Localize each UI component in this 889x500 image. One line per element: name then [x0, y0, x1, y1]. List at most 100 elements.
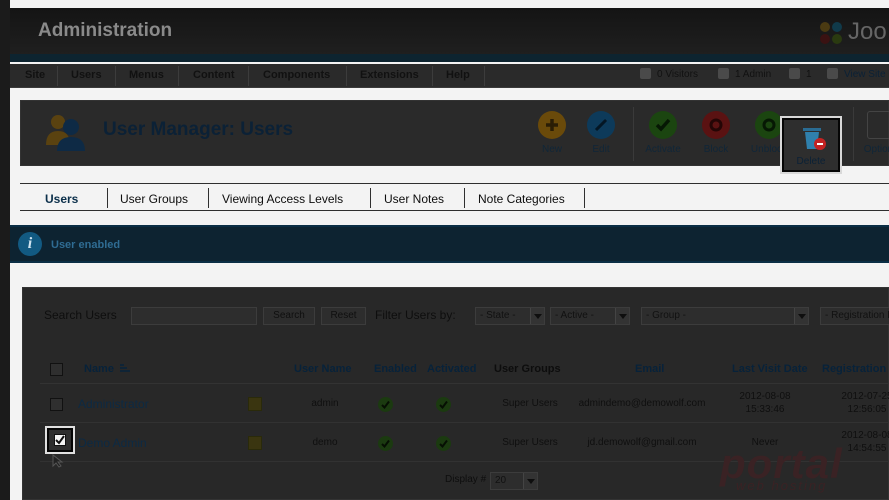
- menu-help[interactable]: Help: [446, 69, 470, 81]
- search-input[interactable]: [131, 307, 257, 325]
- user-username: demo: [312, 437, 338, 448]
- column-enabled[interactable]: Enabled: [374, 363, 417, 375]
- menu-divider: [432, 66, 433, 86]
- info-icon: i: [18, 232, 42, 256]
- row-checkbox[interactable]: [50, 398, 63, 411]
- checkbox-checked: [54, 434, 66, 446]
- display-limit-select[interactable]: 20: [490, 472, 538, 490]
- table-header: Name User Name Enabled Activated User Gr…: [40, 356, 889, 384]
- view-site-link[interactable]: View Site: [844, 69, 886, 80]
- column-username[interactable]: User Name: [294, 363, 351, 375]
- block-icon: [702, 111, 730, 139]
- menu-divider: [115, 66, 116, 86]
- page-title: User Manager: Users: [103, 119, 294, 140]
- menu-extensions[interactable]: Extensions: [360, 69, 419, 81]
- trash-icon: [803, 128, 826, 150]
- tab-viewing-access-levels[interactable]: Viewing Access Levels: [222, 192, 343, 206]
- message-text: User enabled: [51, 239, 121, 251]
- display-label: Display #: [445, 474, 487, 485]
- view-site-icon: [827, 68, 838, 79]
- block-button[interactable]: Block: [691, 109, 741, 159]
- header-divider: [10, 54, 889, 62]
- registration-select[interactable]: - Registration Date -: [820, 307, 889, 325]
- last-visit-date: 2012-08-08: [739, 391, 791, 402]
- edit-label: Edit: [592, 144, 610, 155]
- toolbar: User Manager: Users New Edit Activate Bl…: [20, 100, 889, 166]
- enabled-check-icon[interactable]: [378, 436, 393, 451]
- column-registration[interactable]: Registration Date: [822, 363, 889, 375]
- joomla-logo: Joo: [816, 16, 889, 48]
- messages-icon: [789, 68, 800, 79]
- users-icon: [46, 115, 85, 151]
- admins-icon: [718, 68, 729, 79]
- joomla-icon: [820, 22, 842, 44]
- cursor-icon: [52, 454, 64, 468]
- menu-site[interactable]: Site: [25, 69, 45, 81]
- menu-content[interactable]: Content: [193, 69, 235, 81]
- pencil-icon: [587, 111, 615, 139]
- unblock-icon: [755, 111, 783, 139]
- edit-button[interactable]: Edit: [576, 109, 626, 159]
- subnav-tabs: Users User Groups Viewing Access Levels …: [20, 183, 889, 211]
- chevron-down-icon: [523, 473, 537, 489]
- new-button[interactable]: New: [527, 109, 577, 159]
- group-select[interactable]: - Group -: [641, 307, 809, 325]
- block-label: Block: [703, 144, 729, 155]
- menu-divider: [248, 66, 249, 86]
- column-activated[interactable]: Activated: [427, 363, 477, 375]
- options-button[interactable]: Options: [861, 109, 889, 159]
- activate-button[interactable]: Activate: [638, 109, 688, 159]
- user-name-link[interactable]: Administrator: [78, 397, 149, 411]
- registration-time: 12:56:05: [847, 404, 887, 415]
- user-email: jd.demowolf@gmail.com: [587, 437, 697, 448]
- notes-icon[interactable]: [248, 397, 262, 411]
- user-email: admindemo@demowolf.com: [578, 398, 706, 409]
- active-select[interactable]: - Active -: [550, 307, 630, 325]
- row-checkbox-highlighted[interactable]: [47, 428, 73, 452]
- enabled-check-icon[interactable]: [378, 397, 393, 412]
- last-visit-time: 15:33:46: [745, 404, 785, 415]
- delete-label: Delete: [796, 156, 826, 167]
- tab-user-groups[interactable]: User Groups: [120, 192, 188, 206]
- registration-date: 2012-07-25: [841, 391, 889, 402]
- column-name[interactable]: Name: [84, 363, 131, 375]
- chevron-down-icon: [794, 308, 808, 324]
- tab-note-categories[interactable]: Note Categories: [478, 192, 565, 206]
- menu-menus[interactable]: Menus: [129, 69, 164, 81]
- admin-page: Administration Joo Site Users Menus Cont…: [10, 0, 889, 500]
- notes-icon[interactable]: [248, 436, 262, 450]
- activated-check-icon: [436, 436, 451, 451]
- tab-divider: [208, 188, 209, 208]
- search-button[interactable]: Search: [263, 307, 315, 325]
- main-menu: Site Users Menus Content Components Exte…: [10, 64, 889, 88]
- menu-divider: [178, 66, 179, 86]
- check-icon: [55, 435, 65, 445]
- toolbar-divider: [853, 107, 854, 161]
- tab-user-notes[interactable]: User Notes: [384, 192, 444, 206]
- logo-text: Joo: [848, 18, 887, 45]
- check-icon: [649, 111, 677, 139]
- reset-button[interactable]: Reset: [321, 307, 366, 325]
- search-label: Search Users: [44, 308, 117, 322]
- registration-value: - Registration Date -: [825, 310, 889, 321]
- watermark-small: web hosting: [736, 478, 828, 493]
- menu-users[interactable]: Users: [71, 69, 102, 81]
- filter-label: Filter Users by:: [375, 308, 456, 322]
- tab-divider: [464, 188, 465, 208]
- user-name-link[interactable]: Demo Admin: [78, 436, 147, 450]
- delete-button[interactable]: Delete: [782, 118, 840, 172]
- tab-users[interactable]: Users: [45, 192, 78, 206]
- menu-divider: [484, 66, 485, 86]
- plus-icon: [538, 111, 566, 139]
- user-groups: Super Users: [502, 437, 558, 448]
- select-all-checkbox[interactable]: [50, 363, 63, 376]
- active-value: - Active -: [555, 310, 594, 321]
- tab-divider: [107, 188, 108, 208]
- header-bar: Administration Joo: [10, 8, 889, 54]
- activate-label: Activate: [645, 144, 681, 155]
- column-email[interactable]: Email: [635, 363, 664, 375]
- menu-components[interactable]: Components: [263, 69, 330, 81]
- chevron-down-icon: [615, 308, 629, 324]
- state-select[interactable]: - State -: [475, 307, 545, 325]
- column-last-visit[interactable]: Last Visit Date: [732, 363, 808, 375]
